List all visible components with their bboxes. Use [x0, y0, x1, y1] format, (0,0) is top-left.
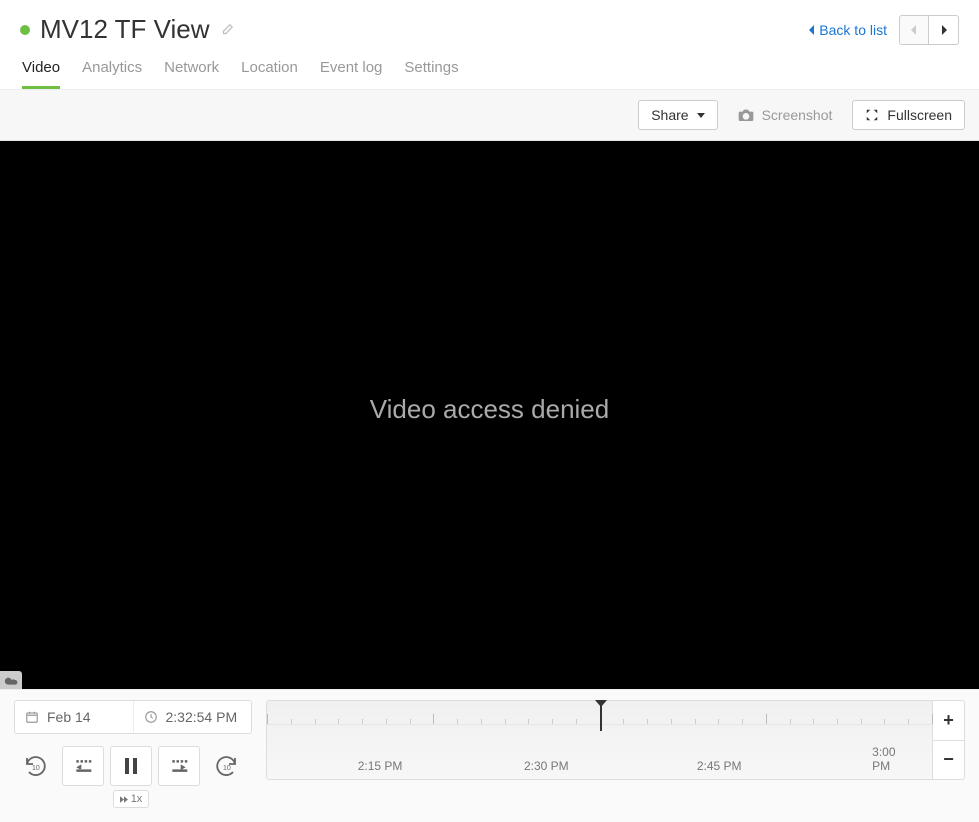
- next-clip-button[interactable]: [158, 746, 200, 786]
- title-group: MV12 TF View: [20, 14, 234, 45]
- playback-speed-button[interactable]: 1x: [113, 790, 150, 808]
- speed-value: 1x: [131, 793, 143, 805]
- tab-network[interactable]: Network: [164, 59, 219, 89]
- fullscreen-label: Fullscreen: [887, 107, 952, 123]
- zoom-out-button[interactable]: −: [933, 741, 965, 781]
- timeline-tick-label: 2:30 PM: [524, 759, 569, 773]
- time-value: 2:32:54 PM: [166, 709, 238, 725]
- back-to-list-link[interactable]: Back to list: [807, 22, 887, 38]
- edit-icon[interactable]: [220, 23, 234, 37]
- left-controls: Feb 14 2:32:54 PM 10: [14, 700, 252, 808]
- share-button[interactable]: Share: [638, 100, 717, 130]
- playback-controls: Feb 14 2:32:54 PM 10: [0, 689, 979, 822]
- tab-settings[interactable]: Settings: [404, 59, 458, 89]
- screenshot-button: Screenshot: [726, 100, 845, 130]
- timeline-tick-label: 2:15 PM: [358, 759, 403, 773]
- tab-analytics[interactable]: Analytics: [82, 59, 142, 89]
- back-link-label: Back to list: [819, 22, 887, 38]
- forward-10-button[interactable]: 10: [206, 746, 248, 786]
- paginator: [899, 15, 959, 45]
- video-error-message: Video access denied: [370, 394, 609, 425]
- tab-event-log[interactable]: Event log: [320, 59, 383, 89]
- video-toolbar: Share Screenshot Fullscreen: [0, 90, 979, 141]
- header-actions: Back to list: [807, 15, 959, 45]
- page-title: MV12 TF View: [40, 14, 210, 45]
- next-button[interactable]: [929, 15, 959, 45]
- prev-button[interactable]: [899, 15, 929, 45]
- zoom-in-button[interactable]: +: [933, 700, 965, 741]
- timeline-tick-label: 3:00 PM: [872, 745, 912, 773]
- timeline-panel: 2:15 PM 2:30 PM 2:45 PM 3:00 PM + −: [266, 700, 965, 780]
- playhead[interactable]: [600, 701, 602, 731]
- svg-text:10: 10: [32, 765, 40, 772]
- video-viewport: Video access denied: [0, 141, 979, 689]
- tabs: Video Analytics Network Location Event l…: [0, 51, 979, 90]
- screenshot-label: Screenshot: [762, 107, 833, 123]
- time-cell[interactable]: 2:32:54 PM: [133, 701, 252, 733]
- status-online-icon: [20, 25, 30, 35]
- timeline-zoom: + −: [933, 700, 965, 780]
- timeline-tick-label: 2:45 PM: [697, 759, 742, 773]
- caret-down-icon: [697, 113, 705, 118]
- datetime-picker[interactable]: Feb 14 2:32:54 PM: [14, 700, 252, 734]
- play-pause-button[interactable]: [110, 746, 152, 786]
- cloud-icon: [0, 671, 22, 689]
- transport-buttons: 10 1x 10: [14, 746, 252, 808]
- svg-text:10: 10: [223, 765, 231, 772]
- fullscreen-button[interactable]: Fullscreen: [852, 100, 965, 130]
- prev-clip-button[interactable]: [62, 746, 104, 786]
- tab-location[interactable]: Location: [241, 59, 298, 89]
- date-cell[interactable]: Feb 14: [15, 701, 133, 733]
- timeline[interactable]: 2:15 PM 2:30 PM 2:45 PM 3:00 PM: [266, 700, 933, 780]
- rewind-10-button[interactable]: 10: [14, 746, 56, 786]
- tab-video[interactable]: Video: [22, 59, 60, 89]
- date-value: Feb 14: [47, 709, 91, 725]
- page-header: MV12 TF View Back to list: [0, 0, 979, 51]
- share-label: Share: [651, 107, 688, 123]
